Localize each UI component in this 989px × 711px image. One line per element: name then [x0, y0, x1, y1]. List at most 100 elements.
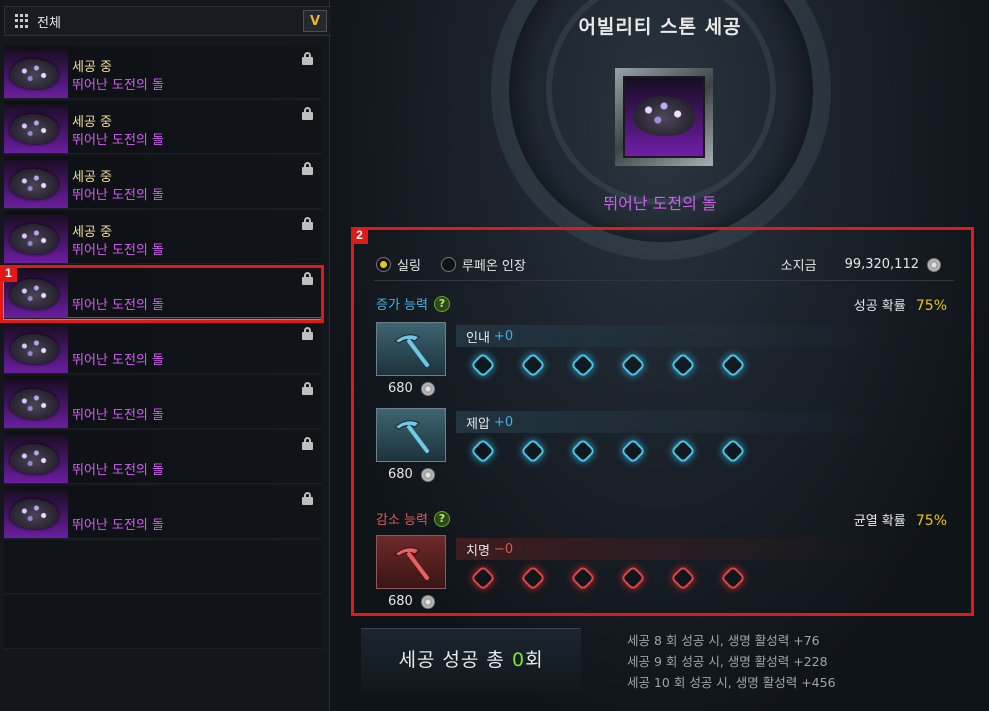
radio-rupeon-seal[interactable] — [440, 257, 456, 272]
list-item[interactable]: 뛰어난 도전의 돌 — [4, 431, 322, 484]
stone-thumbnail — [4, 380, 68, 428]
facet-slot — [520, 565, 546, 591]
facet-slot — [470, 565, 496, 591]
skill-row-endurance: 680 인내 +0 — [376, 322, 956, 404]
facet-slot — [720, 565, 746, 591]
facet-slot — [670, 565, 696, 591]
facet-slots — [470, 352, 746, 378]
item-status: 세공 중 — [72, 170, 113, 185]
facet-slot — [620, 352, 646, 378]
silver-coin-icon — [420, 381, 435, 396]
faceting-cost: 680 — [388, 381, 435, 396]
list-item[interactable]: 세공 중 뛰어난 도전의 돌 — [4, 101, 322, 154]
currency-selector: 실링 루페온 인장 — [376, 255, 526, 274]
annotation-badge-1: 1 — [0, 265, 17, 282]
skill-value: −0 — [493, 541, 514, 557]
item-name: 뛰어난 도전의 돌 — [72, 408, 164, 423]
list-item[interactable]: 뛰어난 도전의 돌 — [4, 321, 322, 374]
page-title: 어빌리티 스톤 세공 — [578, 16, 742, 38]
pickaxe-icon — [394, 334, 429, 367]
item-name: 뛰어난 도전의 돌 — [72, 298, 164, 313]
silver-coin-icon — [420, 467, 435, 482]
help-icon[interactable]: ? — [433, 295, 450, 312]
item-name: 뛰어난 도전의 돌 — [72, 188, 164, 203]
facet-slot — [620, 565, 646, 591]
skill-value: +0 — [493, 414, 514, 430]
item-status: 세공 중 — [72, 115, 113, 130]
pickaxe-icon — [394, 547, 429, 580]
list-item[interactable]: 세공 중 뛰어난 도전의 돌 — [4, 156, 322, 209]
grid-icon — [15, 14, 29, 28]
cost-value: 680 — [388, 594, 413, 609]
bonus-list: 세공 8 회 성공 시, 생명 활성력 +76 세공 9 회 성공 시, 생명 … — [627, 630, 836, 693]
pickaxe-icon — [394, 420, 429, 453]
list-item[interactable]: 뛰어난 도전의 돌 — [4, 376, 322, 429]
facet-slot — [570, 565, 596, 591]
holdings-value: 99,320,112 — [844, 257, 919, 272]
lock-icon[interactable] — [301, 107, 314, 120]
stone-image — [633, 96, 695, 136]
crack-rate: 균열 확률 75% — [854, 510, 947, 529]
lock-icon[interactable] — [301, 382, 314, 395]
item-name: 뛰어난 도전의 돌 — [72, 518, 164, 533]
currency-seal-label[interactable]: 루페온 인장 — [462, 255, 526, 274]
help-icon[interactable]: ? — [433, 510, 450, 527]
stone-thumbnail — [4, 105, 68, 153]
list-item-empty — [4, 541, 322, 594]
item-name: 뛰어난 도전의 돌 — [72, 243, 164, 258]
lock-icon[interactable] — [301, 217, 314, 230]
radio-silver[interactable] — [376, 257, 391, 272]
facet-slot — [670, 438, 696, 464]
success-prefix: 세공 성공 총 — [398, 649, 512, 671]
skill-name: 제압 — [466, 416, 490, 432]
skill-bar: 치명 −0 — [456, 538, 876, 560]
lock-icon[interactable] — [301, 52, 314, 65]
bonus-line: 세공 10 회 성공 시, 생명 활성력 +456 — [627, 675, 836, 690]
decrease-section-header: 감소 능력 ? — [376, 509, 450, 528]
selected-stone-name: 뛰어난 도전의 돌 — [603, 194, 717, 213]
skill-name: 인내 — [466, 330, 490, 346]
stone-thumbnail — [4, 435, 68, 483]
divider — [374, 280, 954, 281]
item-name: 뛰어난 도전의 돌 — [72, 463, 164, 478]
stone-thumbnail — [4, 325, 68, 373]
pickaxe-button[interactable] — [376, 408, 446, 462]
facet-slot — [470, 438, 496, 464]
silver-coin-icon — [420, 594, 435, 609]
category-filter[interactable]: 전체 V — [4, 6, 332, 36]
lock-icon[interactable] — [301, 437, 314, 450]
facet-slot — [570, 352, 596, 378]
success-suffix: 회 — [525, 649, 544, 671]
annotation-badge-2: 2 — [351, 227, 368, 244]
list-item[interactable]: 세공 중 뛰어난 도전의 돌 — [4, 46, 322, 99]
success-rate-value: 75% — [915, 298, 947, 314]
facet-slot — [570, 438, 596, 464]
currency-silver-label[interactable]: 실링 — [397, 255, 421, 274]
success-total: 세공 성공 총 0회 — [361, 628, 581, 692]
pickaxe-button[interactable] — [376, 535, 446, 589]
lock-icon[interactable] — [301, 492, 314, 505]
increase-label: 증가 능력 — [376, 298, 428, 313]
faceting-cost: 680 — [388, 467, 435, 482]
list-item[interactable]: 뛰어난 도전의 돌 — [4, 486, 322, 539]
bonus-line: 세공 8 회 성공 시, 생명 활성력 +76 — [627, 633, 820, 648]
holdings-label: 소지금 — [780, 259, 817, 274]
decrease-label: 감소 능력 — [376, 513, 428, 528]
skill-bar: 인내 +0 — [456, 325, 876, 347]
item-name: 뛰어난 도전의 돌 — [72, 133, 164, 148]
success-count: 0 — [511, 649, 526, 671]
lock-icon[interactable] — [301, 162, 314, 175]
pickaxe-button[interactable] — [376, 322, 446, 376]
annotation-box-2: 2 실링 루페온 인장 소지금 99,320,112 증가 능력 ? 성공 확률… — [351, 227, 974, 616]
skill-value: +0 — [493, 328, 514, 344]
list-item[interactable]: 세공 중 뛰어난 도전의 돌 — [4, 211, 322, 264]
facet-slot — [670, 352, 696, 378]
list-item-selected[interactable]: 뛰어난 도전의 돌 — [3, 265, 323, 320]
lock-icon[interactable] — [301, 272, 314, 285]
facet-slot — [520, 352, 546, 378]
dropdown-button[interactable]: V — [303, 10, 327, 32]
facet-slot — [470, 352, 496, 378]
skill-bar: 제압 +0 — [456, 411, 876, 433]
item-status: 세공 중 — [72, 60, 113, 75]
lock-icon[interactable] — [301, 327, 314, 340]
